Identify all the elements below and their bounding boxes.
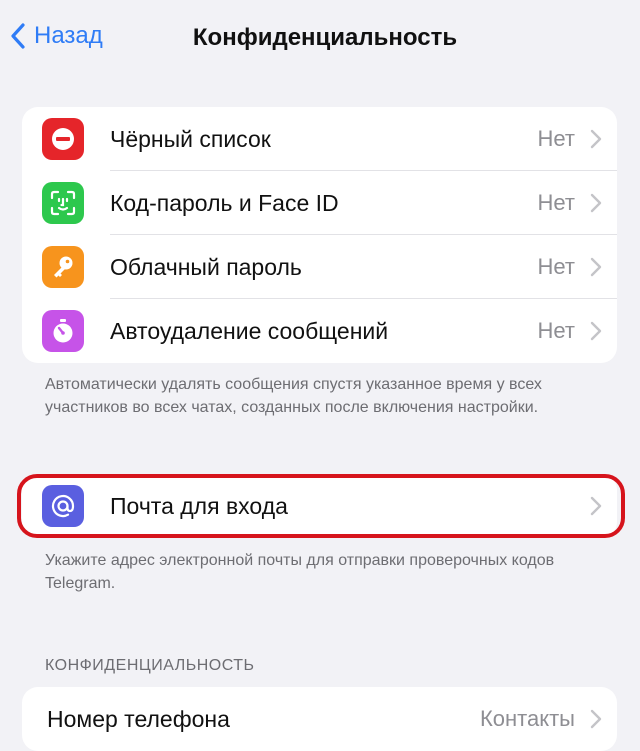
phone-number-row[interactable]: Номер телефона Контакты — [22, 687, 617, 751]
login-email-label: Почта для входа — [110, 492, 288, 519]
chevron-right-icon — [590, 257, 602, 277]
page-title: Конфиденциальность — [192, 24, 458, 51]
passcode-faceid-label: Код-пароль и Face ID — [110, 189, 339, 216]
auto-delete-value: Нет — [537, 318, 575, 343]
privacy-section: Номер телефона Контакты — [22, 687, 617, 751]
key-icon — [42, 246, 84, 288]
chevron-right-icon — [590, 321, 602, 341]
block-icon — [42, 118, 84, 160]
blocked-users-value: Нет — [537, 126, 575, 151]
login-email-section: Почта для входа — [22, 474, 617, 538]
privacy-section-header: КОНФИДЕНЦИАЛЬНОСТЬ — [45, 657, 255, 674]
auto-delete-row[interactable]: Автоудаление сообщений Нет — [22, 299, 617, 363]
auto-delete-footer: Автоматически удалять сообщения спустя у… — [45, 376, 542, 416]
login-email-footer: Укажите адрес электронной почты для отпр… — [45, 552, 555, 592]
cloud-password-label: Облачный пароль — [110, 253, 302, 280]
auto-delete-label: Автоудаление сообщений — [110, 317, 389, 344]
blocked-users-label: Чёрный список — [110, 125, 271, 152]
phone-number-value: Контакты — [479, 706, 575, 731]
cloud-password-value: Нет — [537, 254, 575, 279]
chevron-right-icon — [590, 709, 602, 729]
chevron-right-icon — [590, 496, 602, 516]
navigation-bar: Назад Конфиденциальность — [0, 0, 640, 80]
chevron-right-icon — [590, 193, 602, 213]
security-section: Чёрный список Нет Код-пароль и Face ID Н… — [22, 107, 617, 363]
timer-icon — [42, 310, 84, 352]
passcode-faceid-row[interactable]: Код-пароль и Face ID Нет — [22, 171, 617, 235]
login-email-row[interactable]: Почта для входа — [22, 474, 617, 538]
blocked-users-row[interactable]: Чёрный список Нет — [22, 107, 617, 171]
cloud-password-row[interactable]: Облачный пароль Нет — [22, 235, 617, 299]
phone-number-label: Номер телефона — [47, 705, 230, 732]
at-icon — [42, 485, 84, 527]
passcode-faceid-value: Нет — [537, 190, 575, 215]
chevron-right-icon — [590, 129, 602, 149]
face-id-icon — [42, 182, 84, 224]
